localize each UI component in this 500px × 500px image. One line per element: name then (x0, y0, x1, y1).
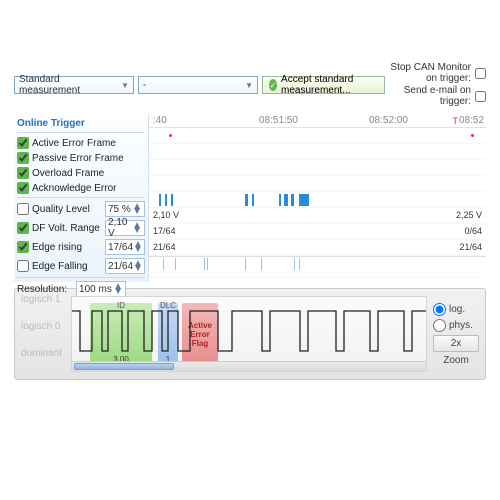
lane-resolution (149, 256, 486, 278)
dfvolt-spinner[interactable]: 2,10 V▲▼ (105, 220, 145, 236)
time-axis: :40 08:51:50 08:52:00 08:52 (149, 114, 486, 128)
spinner-arrows-icon: ▲▼ (132, 204, 142, 214)
trigger-options: Stop CAN Monitor on trigger: Send e-mail… (389, 62, 486, 108)
spinner-arrows-icon: ▲▼ (113, 284, 123, 294)
check-icon: ✓ (269, 79, 277, 91)
chevron-down-icon: ▼ (245, 81, 253, 90)
zoom-label: Zoom (433, 355, 479, 366)
waveform-trace (72, 297, 427, 363)
resolution-spinner[interactable]: 100 ms▲▼ (76, 281, 126, 297)
scope-waveform[interactable]: ID 3 00 DLC 1 Active Error Flag (71, 296, 427, 372)
edge-rising-checkbox[interactable] (17, 241, 29, 253)
stop-on-trigger-checkbox[interactable] (475, 68, 486, 79)
timeline-chart[interactable]: :40 08:51:50 08:52:00 08:52 T (149, 114, 486, 282)
measurement-select[interactable]: Standard measurement ▼ (14, 76, 134, 94)
panel-title: Online Trigger (17, 118, 145, 133)
accept-measurement-button[interactable]: ✓ Accept standard measurement... (262, 76, 385, 94)
lane-edge-rising: 17/64 0/64 (149, 224, 486, 240)
lane-quality (149, 192, 486, 208)
edge-falling-checkbox[interactable] (17, 260, 29, 272)
lane-ack-error (149, 176, 486, 192)
lane-dfvolt: 2,10 V 2,25 V (149, 208, 486, 224)
spinner-arrows-icon: ▲▼ (132, 223, 142, 233)
log-radio[interactable]: log. (433, 303, 479, 316)
oscilloscope-panel: logisch 1 logisch 0 dominant ID 3 00 DLC… (14, 288, 486, 380)
passive-error-checkbox[interactable] (17, 152, 29, 164)
spinner-arrows-icon: ▲▼ (133, 261, 143, 271)
quality-spinner[interactable]: 75 %▲▼ (105, 201, 145, 217)
event-dot (169, 134, 172, 137)
active-error-checkbox[interactable] (17, 137, 29, 149)
accept-button-label: Accept standard measurement... (281, 74, 378, 96)
lane-edge-falling: 21/64 21/64 (149, 240, 486, 256)
ack-error-checkbox[interactable] (17, 182, 29, 194)
quality-checkbox[interactable] (17, 203, 29, 215)
email-on-trigger-checkbox[interactable] (475, 91, 486, 102)
scope-legend: logisch 1 logisch 0 dominant (21, 294, 65, 375)
zoom-2x-button[interactable]: 2x (433, 335, 479, 352)
edge-rising-spinner[interactable]: 17/64▲▼ (105, 239, 145, 255)
trigger-panel: Online Trigger Active Error Frame Passiv… (14, 114, 149, 282)
event-dot (471, 134, 474, 137)
overload-checkbox[interactable] (17, 167, 29, 179)
chevron-down-icon: ▼ (121, 81, 129, 90)
scope-scrollbar[interactable] (72, 361, 426, 371)
lane-overload (149, 160, 486, 176)
edge-falling-spinner[interactable]: 21/64▲▼ (105, 258, 145, 274)
scrollbar-thumb[interactable] (74, 363, 174, 370)
secondary-select[interactable]: - ▼ (138, 76, 258, 94)
spinner-arrows-icon: ▲▼ (133, 242, 143, 252)
lane-passive-error (149, 144, 486, 160)
lane-active-error: T (149, 128, 486, 144)
dfvolt-checkbox[interactable] (17, 222, 29, 234)
measurement-select-value: Standard measurement (19, 74, 121, 96)
phys-radio[interactable]: phys. (433, 319, 479, 332)
